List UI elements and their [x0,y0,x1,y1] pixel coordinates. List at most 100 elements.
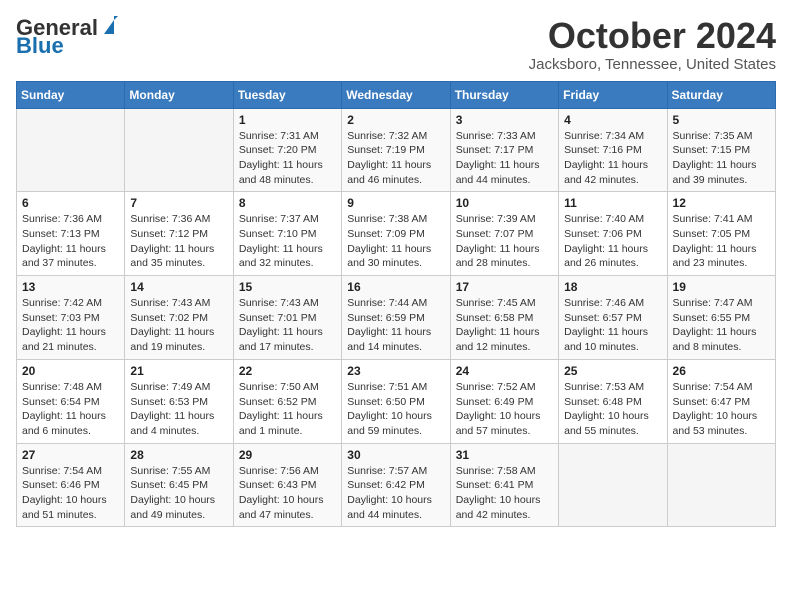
day-number: 19 [673,280,770,294]
day-number: 31 [456,448,553,462]
day-number: 8 [239,196,336,210]
calendar-cell-w1-d5: 3 Sunrise: 7:33 AM Sunset: 7:17 PM Daylig… [450,108,558,192]
calendar-cell-w5-d4: 30Sunrise: 7:57 AM Sunset: 6:42 PM Dayli… [342,443,450,527]
day-info: Sunrise: 7:34 AM Sunset: 7:16 PM Dayligh… [564,129,661,188]
day-info: Sunrise: 7:43 AM Sunset: 7:01 PM Dayligh… [239,296,336,355]
header-friday: Friday [559,81,667,108]
calendar-cell-w5-d1: 27 Sunrise: 7:54 AM Sunset: 6:46 PM Dayli… [17,443,125,527]
day-number: 30 [347,448,444,462]
header-monday: Monday [125,81,233,108]
calendar-cell-w1-d3: 1 Sunrise: 7:31 AM Sunset: 7:20 PM Daylig… [233,108,341,192]
calendar-cell-w2-d5: 10 Sunrise: 7:39 AM Sunset: 7:07 PM Dayli… [450,192,558,276]
day-info: Sunrise: 7:39 AM Sunset: 7:07 PM Dayligh… [456,212,553,271]
header-sunday: Sunday [17,81,125,108]
day-info: Sunrise: 7:38 AM Sunset: 7:09 PM Dayligh… [347,212,444,271]
day-info: Sunrise: 7:42 AM Sunset: 7:03 PM Dayligh… [22,296,119,355]
day-info: Sunrise: 7:54 AM Sunset: 6:47 PM Dayligh… [673,380,770,439]
day-number: 6 [22,196,119,210]
day-info: Sunrise: 7:32 AM Sunset: 7:19 PM Dayligh… [347,129,444,188]
calendar-cell-w5-d2: 28Sunrise: 7:55 AM Sunset: 6:45 PM Dayli… [125,443,233,527]
calendar-cell-w3-d6: 18 Sunrise: 7:46 AM Sunset: 6:57 PM Dayli… [559,276,667,360]
calendar-cell-w5-d7 [667,443,775,527]
calendar-cell-w3-d1: 13 Sunrise: 7:42 AM Sunset: 7:03 PM Dayli… [17,276,125,360]
day-number: 24 [456,364,553,378]
calendar-cell-w1-d4: 2 Sunrise: 7:32 AM Sunset: 7:19 PM Daylig… [342,108,450,192]
logo: General Blue [16,16,118,57]
day-number: 2 [347,113,444,127]
calendar-cell-w1-d2 [125,108,233,192]
day-number: 28 [130,448,227,462]
day-number: 25 [564,364,661,378]
day-number: 27 [22,448,119,462]
day-info: Sunrise: 7:46 AM Sunset: 6:57 PM Dayligh… [564,296,661,355]
calendar-cell-w4-d6: 25 Sunrise: 7:53 AM Sunset: 6:48 PM Dayli… [559,359,667,443]
day-number: 14 [130,280,227,294]
day-number: 4 [564,113,661,127]
day-number: 21 [130,364,227,378]
logo-blue: Blue [16,35,64,57]
day-info: Sunrise: 7:54 AM Sunset: 6:46 PM Dayligh… [22,464,119,523]
calendar-cell-w4-d7: 26 Sunrise: 7:54 AM Sunset: 6:47 PM Dayli… [667,359,775,443]
calendar-cell-w5-d3: 29Sunrise: 7:56 AM Sunset: 6:43 PM Dayli… [233,443,341,527]
day-info: Sunrise: 7:37 AM Sunset: 7:10 PM Dayligh… [239,212,336,271]
day-number: 9 [347,196,444,210]
day-info: Sunrise: 7:51 AM Sunset: 6:50 PM Dayligh… [347,380,444,439]
calendar-cell-w3-d2: 14Sunrise: 7:43 AM Sunset: 7:02 PM Dayli… [125,276,233,360]
day-info: Sunrise: 7:50 AM Sunset: 6:52 PM Dayligh… [239,380,336,439]
day-number: 15 [239,280,336,294]
day-number: 12 [673,196,770,210]
calendar-cell-w2-d7: 12Sunrise: 7:41 AM Sunset: 7:05 PM Dayli… [667,192,775,276]
calendar-cell-w4-d2: 21 Sunrise: 7:49 AM Sunset: 6:53 PM Dayli… [125,359,233,443]
calendar-week-3: 13 Sunrise: 7:42 AM Sunset: 7:03 PM Dayli… [17,276,776,360]
day-info: Sunrise: 7:49 AM Sunset: 6:53 PM Dayligh… [130,380,227,439]
day-info: Sunrise: 7:56 AM Sunset: 6:43 PM Dayligh… [239,464,336,523]
calendar-cell-w4-d1: 20 Sunrise: 7:48 AM Sunset: 6:54 PM Dayli… [17,359,125,443]
calendar-header-row: Sunday Monday Tuesday Wednesday Thursday… [17,81,776,108]
day-number: 17 [456,280,553,294]
day-info: Sunrise: 7:31 AM Sunset: 7:20 PM Dayligh… [239,129,336,188]
header-tuesday: Tuesday [233,81,341,108]
day-info: Sunrise: 7:48 AM Sunset: 6:54 PM Dayligh… [22,380,119,439]
day-number: 23 [347,364,444,378]
day-number: 5 [673,113,770,127]
calendar-subtitle: Jacksboro, Tennessee, United States [529,56,776,73]
calendar-table: Sunday Monday Tuesday Wednesday Thursday… [16,81,776,528]
calendar-cell-w2-d4: 9 Sunrise: 7:38 AM Sunset: 7:09 PM Daylig… [342,192,450,276]
calendar-week-4: 20 Sunrise: 7:48 AM Sunset: 6:54 PM Dayli… [17,359,776,443]
day-number: 10 [456,196,553,210]
calendar-cell-w1-d6: 4 Sunrise: 7:34 AM Sunset: 7:16 PM Daylig… [559,108,667,192]
day-number: 7 [130,196,227,210]
calendar-cell-w3-d4: 16 Sunrise: 7:44 AM Sunset: 6:59 PM Dayli… [342,276,450,360]
day-info: Sunrise: 7:36 AM Sunset: 7:12 PM Dayligh… [130,212,227,271]
day-number: 22 [239,364,336,378]
calendar-week-1: 1 Sunrise: 7:31 AM Sunset: 7:20 PM Daylig… [17,108,776,192]
day-number: 20 [22,364,119,378]
calendar-cell-w5-d5: 31Sunrise: 7:58 AM Sunset: 6:41 PM Dayli… [450,443,558,527]
header-wednesday: Wednesday [342,81,450,108]
page-header: General Blue October 2024 Jacksboro, Ten… [16,16,776,73]
header-saturday: Saturday [667,81,775,108]
calendar-cell-w2-d1: 6Sunrise: 7:36 AM Sunset: 7:13 PM Daylig… [17,192,125,276]
calendar-cell-w4-d5: 24Sunrise: 7:52 AM Sunset: 6:49 PM Dayli… [450,359,558,443]
calendar-cell-w3-d3: 15 Sunrise: 7:43 AM Sunset: 7:01 PM Dayli… [233,276,341,360]
day-number: 18 [564,280,661,294]
day-number: 16 [347,280,444,294]
calendar-cell-w2-d3: 8 Sunrise: 7:37 AM Sunset: 7:10 PM Daylig… [233,192,341,276]
calendar-cell-w2-d6: 11Sunrise: 7:40 AM Sunset: 7:06 PM Dayli… [559,192,667,276]
day-number: 1 [239,113,336,127]
calendar-cell-w4-d3: 22 Sunrise: 7:50 AM Sunset: 6:52 PM Dayli… [233,359,341,443]
day-number: 26 [673,364,770,378]
day-number: 3 [456,113,553,127]
day-number: 13 [22,280,119,294]
header-thursday: Thursday [450,81,558,108]
calendar-cell-w1-d7: 5 Sunrise: 7:35 AM Sunset: 7:15 PM Daylig… [667,108,775,192]
day-info: Sunrise: 7:47 AM Sunset: 6:55 PM Dayligh… [673,296,770,355]
day-info: Sunrise: 7:35 AM Sunset: 7:15 PM Dayligh… [673,129,770,188]
calendar-cell-w4-d4: 23 Sunrise: 7:51 AM Sunset: 6:50 PM Dayli… [342,359,450,443]
logo-arrow-icon [100,16,118,34]
day-info: Sunrise: 7:33 AM Sunset: 7:17 PM Dayligh… [456,129,553,188]
day-info: Sunrise: 7:45 AM Sunset: 6:58 PM Dayligh… [456,296,553,355]
day-info: Sunrise: 7:53 AM Sunset: 6:48 PM Dayligh… [564,380,661,439]
calendar-week-5: 27 Sunrise: 7:54 AM Sunset: 6:46 PM Dayli… [17,443,776,527]
day-info: Sunrise: 7:44 AM Sunset: 6:59 PM Dayligh… [347,296,444,355]
